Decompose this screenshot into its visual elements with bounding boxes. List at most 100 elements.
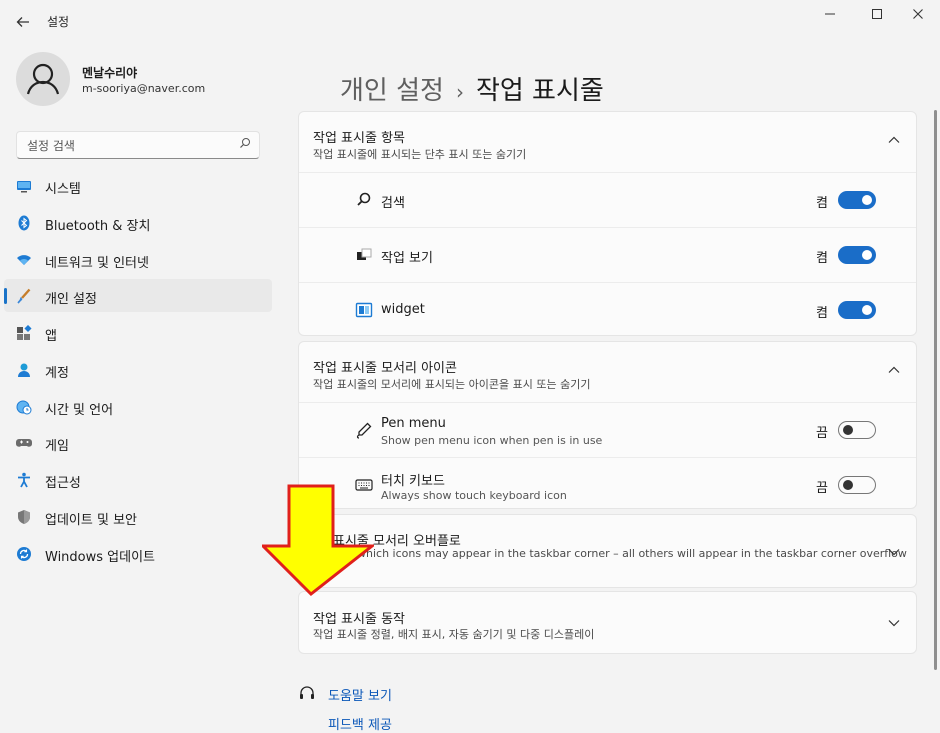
sidebar-item-label: 네트워크 및 인터넷 <box>45 255 149 271</box>
search-icon <box>357 192 371 206</box>
taskbar-items-header[interactable]: 작업 표시줄 항목 작업 표시줄에 표시되는 단추 표시 또는 숨기기 <box>299 112 916 172</box>
sidebar-item-label: 시스템 <box>45 182 81 197</box>
widget-icon <box>355 302 373 318</box>
sidebar-item-label: 접근성 <box>45 476 81 491</box>
task-view-row: 작업 보기 켬 <box>299 227 916 282</box>
sidebar-item-label: Windows 업데이트 <box>45 549 156 565</box>
help-icon <box>300 686 314 699</box>
pen-menu-toggle[interactable] <box>838 421 876 439</box>
row-label: 터치 키보드 <box>381 474 445 489</box>
accessibility-icon <box>18 472 30 488</box>
toggle-knob <box>862 195 872 205</box>
toggle-knob <box>862 305 872 315</box>
app-title: 설정 <box>47 15 70 29</box>
sidebar-item-label: 계정 <box>45 365 69 381</box>
chevron-down-icon <box>888 549 900 556</box>
gamepad-icon <box>16 439 32 448</box>
task-view-toggle[interactable] <box>838 246 876 264</box>
search-row: 검색 켬 <box>299 172 916 227</box>
card-title: 작업 표시줄 항목 <box>313 131 405 146</box>
breadcrumb-separator: › <box>455 80 464 104</box>
brush-icon <box>17 288 31 304</box>
sidebar-item-label: 개인 설정 <box>45 292 97 308</box>
search-icon[interactable] <box>239 137 251 152</box>
sidebar-item-label: 업데이트 및 보안 <box>45 512 137 528</box>
sidebar-item-bluetooth[interactable]: Bluetooth & 장치 <box>4 206 272 239</box>
sidebar-item-network[interactable]: 네트워크 및 인터넷 <box>4 243 272 276</box>
row-label: widget <box>381 302 425 317</box>
corner-icons-card: 작업 표시줄 모서리 아이콘 작업 표시줄의 모서리에 표시되는 아이콘을 표시… <box>298 341 917 509</box>
bluetooth-icon <box>18 215 30 231</box>
sidebar-item-update-security[interactable]: 업데이트 및 보안 <box>4 500 272 533</box>
minimize-button[interactable] <box>818 6 842 26</box>
globe-clock-icon <box>16 400 32 414</box>
card-description: 작업 표시줄의 모서리에 표시되는 아이콘을 표시 또는 숨기기 <box>313 378 591 391</box>
task-view-icon <box>357 248 372 260</box>
toggle-state-label: 끔 <box>816 481 828 496</box>
row-label: 검색 <box>381 196 405 211</box>
toggle-state-label: 켬 <box>816 196 828 211</box>
sidebar-item-time-language[interactable]: 시간 및 언어 <box>4 390 272 423</box>
page-title: 작업 표시줄 <box>475 76 604 106</box>
link-label: 도움말 보기 <box>328 689 392 704</box>
title-bar: 설정 <box>0 0 940 40</box>
maximize-icon <box>872 9 882 19</box>
toggle-knob <box>843 425 853 435</box>
user-name: 멘날수리야 <box>82 66 138 80</box>
taskbar-items-card: 작업 표시줄 항목 작업 표시줄에 표시되는 단추 표시 또는 숨기기 검색 켬… <box>298 111 917 336</box>
chevron-up-icon <box>888 136 900 143</box>
annotation-arrow-icon <box>262 484 374 596</box>
sidebar-item-personalization[interactable]: 개인 설정 <box>4 279 272 313</box>
card-title: 작업 표시줄 모서리 아이콘 <box>313 361 457 376</box>
taskbar-behavior-card[interactable]: 작업 표시줄 동작 작업 표시줄 정렬, 배지 표시, 자동 숨기기 및 다중 … <box>298 591 917 654</box>
toggle-knob <box>862 250 872 260</box>
card-description: 작업 표시줄에 표시되는 단추 표시 또는 숨기기 <box>313 148 527 161</box>
pen-menu-row: Pen menu Show pen menu icon when pen is … <box>299 402 916 457</box>
corner-icons-header[interactable]: 작업 표시줄 모서리 아이콘 작업 표시줄의 모서리에 표시되는 아이콘을 표시… <box>299 342 916 402</box>
apps-icon <box>17 325 32 340</box>
chevron-down-icon <box>888 620 900 627</box>
row-sublabel: Show pen menu icon when pen is in use <box>381 434 603 447</box>
toggle-state-label: 끔 <box>816 426 828 441</box>
selection-indicator <box>4 288 7 305</box>
breadcrumb: 개인 설정 › 작업 표시줄 <box>340 70 604 107</box>
back-arrow-icon <box>16 17 29 27</box>
sidebar-item-label: 게임 <box>45 439 69 455</box>
close-button[interactable] <box>906 6 930 26</box>
breadcrumb-parent[interactable]: 개인 설정 <box>340 76 444 106</box>
account-icon <box>18 363 30 377</box>
sidebar-item-system[interactable]: 시스템 <box>4 169 272 202</box>
user-icon <box>26 63 60 95</box>
shield-icon <box>18 509 30 524</box>
sidebar-item-label: 앱 <box>45 329 57 344</box>
sidebar-nav: 시스템 Bluetooth & 장치 네트워크 및 인터넷 개인 설정 앱 계정… <box>4 169 272 573</box>
sidebar-item-label: 시간 및 언어 <box>45 402 114 418</box>
settings-search[interactable] <box>16 131 260 159</box>
widget-toggle[interactable] <box>838 301 876 319</box>
search-input[interactable] <box>25 136 229 156</box>
back-button[interactable] <box>10 9 36 35</box>
sidebar-item-apps[interactable]: 앱 <box>4 316 272 349</box>
chevron-up-icon <box>888 366 900 373</box>
touch-keyboard-toggle[interactable] <box>838 476 876 494</box>
corner-overflow-card[interactable]: 표시줄 모서리 오버플로 which icons may appear in t… <box>298 514 917 588</box>
maximize-button[interactable] <box>865 6 889 26</box>
user-profile[interactable]: 멘날수리야 m-sooriya@naver.com <box>16 52 276 108</box>
user-email: m-sooriya@naver.com <box>82 82 206 95</box>
toggle-knob <box>843 480 853 490</box>
sidebar-item-gaming[interactable]: 게임 <box>4 426 272 459</box>
sidebar-item-accessibility[interactable]: 접근성 <box>4 463 272 496</box>
toggle-state-label: 켬 <box>816 251 828 266</box>
sidebar-item-label: Bluetooth & 장치 <box>45 218 151 234</box>
close-icon <box>913 9 923 19</box>
card-description: which icons may appear in the taskbar co… <box>357 547 907 560</box>
search-toggle[interactable] <box>838 191 876 209</box>
card-description: 작업 표시줄 정렬, 배지 표시, 자동 숨기기 및 다중 디스플레이 <box>313 628 595 641</box>
scrollbar[interactable] <box>934 110 937 670</box>
row-label: 작업 보기 <box>381 251 433 266</box>
update-icon <box>17 546 31 561</box>
sidebar-item-accounts[interactable]: 계정 <box>4 353 272 386</box>
sidebar-item-windows-update[interactable]: Windows 업데이트 <box>4 537 272 570</box>
card-title: 작업 표시줄 동작 <box>313 612 405 627</box>
row-sublabel: Always show touch keyboard icon <box>381 489 567 502</box>
